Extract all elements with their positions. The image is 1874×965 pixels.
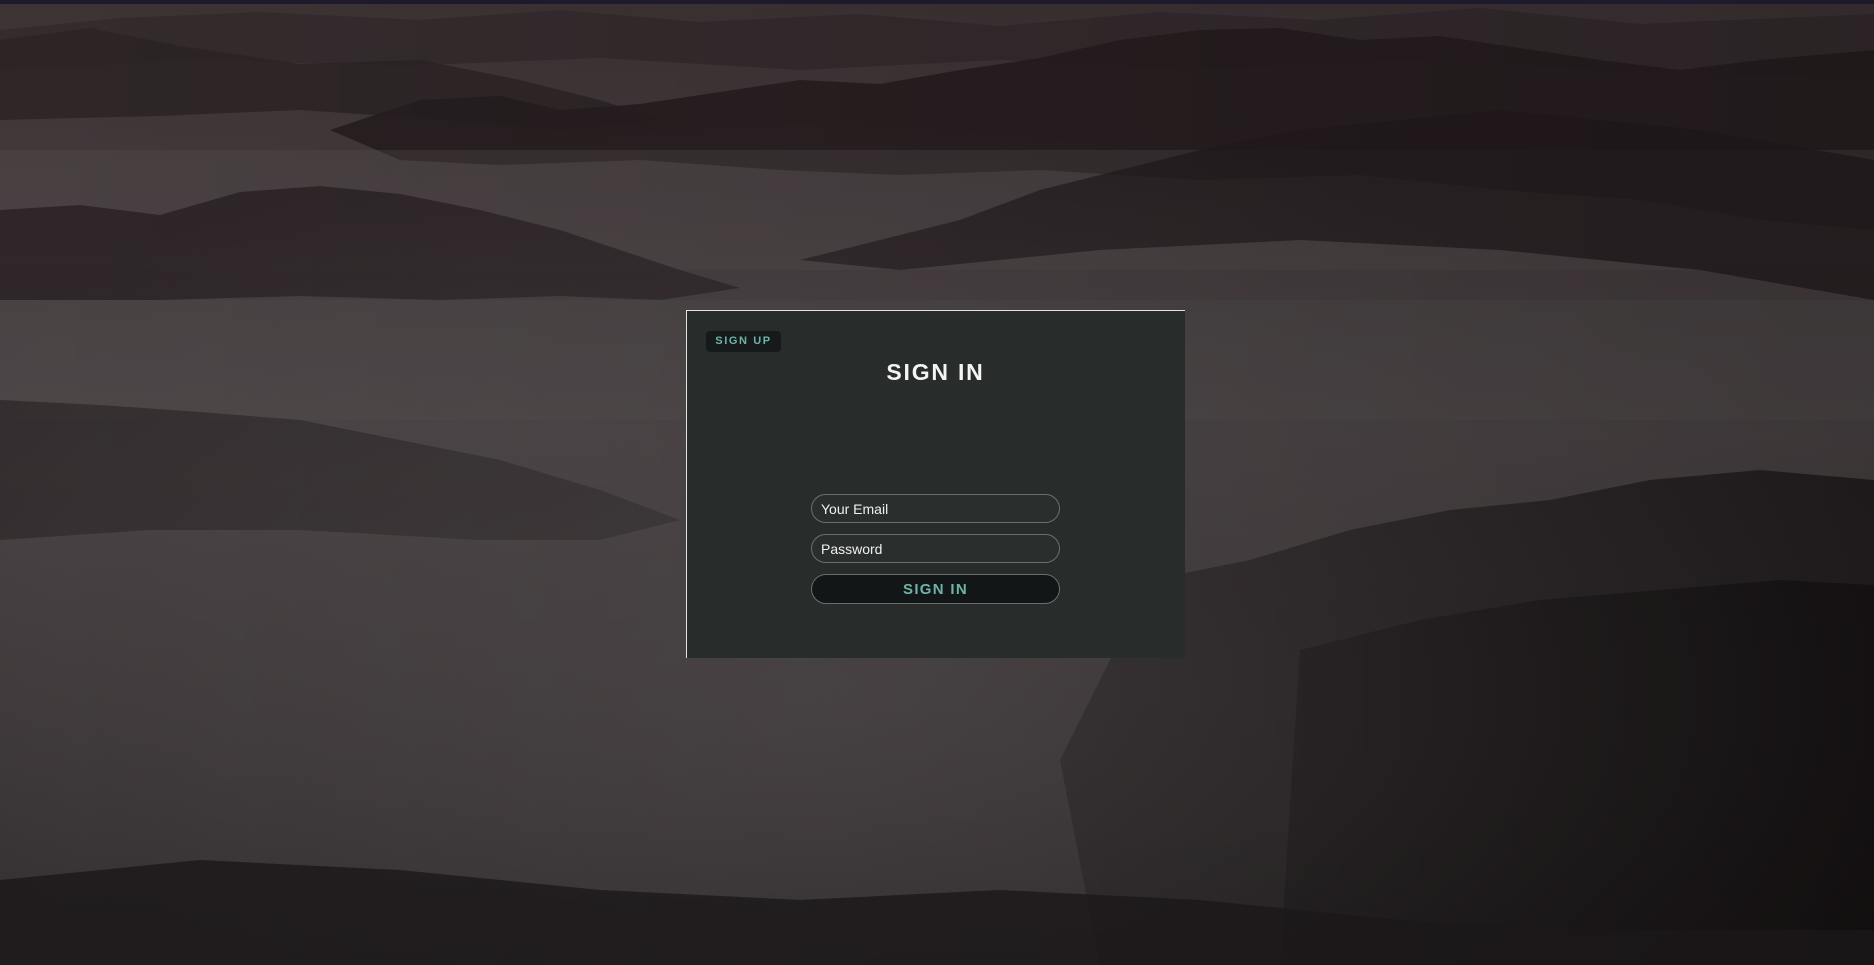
email-field[interactable] [811, 494, 1060, 523]
page-title: SIGN IN [886, 359, 985, 385]
login-page: SIGN UP SIGN IN SIGN IN [0, 0, 1874, 965]
sign-in-button[interactable]: SIGN IN [811, 574, 1060, 604]
password-field[interactable] [811, 534, 1060, 563]
top-bar [0, 0, 1874, 4]
sign-up-button[interactable]: SIGN UP [706, 331, 781, 352]
sign-in-panel: SIGN UP SIGN IN SIGN IN [686, 310, 1185, 658]
